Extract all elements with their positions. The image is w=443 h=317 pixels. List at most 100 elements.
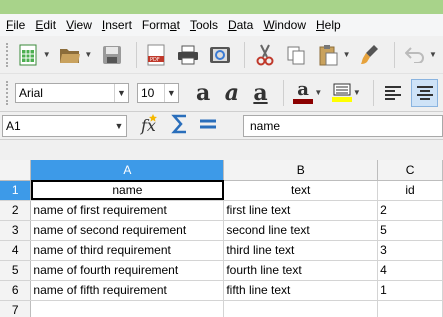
new-dropdown-arrow[interactable]: ▼ <box>43 50 51 59</box>
name-box[interactable]: A1 ▼ <box>2 114 127 137</box>
undo-button[interactable] <box>401 41 428 69</box>
table-row: 6 name of fifth requirement fifth line t… <box>0 280 443 301</box>
cell-c7[interactable] <box>377 300 443 317</box>
font-color-icon: a <box>297 79 309 100</box>
font-color-bar <box>293 99 314 104</box>
cell-c4[interactable]: 3 <box>377 240 443 261</box>
clone-formatting-button[interactable] <box>357 41 384 69</box>
italic-button[interactable]: a <box>219 80 244 106</box>
align-left-button[interactable] <box>380 79 407 107</box>
open-button[interactable] <box>57 41 84 69</box>
toolbar-separator <box>394 41 396 68</box>
save-icon <box>102 45 121 64</box>
window-title-strip <box>0 0 443 14</box>
cell-a2[interactable]: name of first requirement <box>30 200 225 221</box>
column-header-c[interactable]: C <box>377 160 443 181</box>
menu-data[interactable]: Data <box>228 18 253 32</box>
align-center-icon <box>416 85 433 100</box>
font-name-box[interactable]: Arial ▼ <box>14 82 129 103</box>
new-spreadsheet-button[interactable] <box>15 41 42 69</box>
row-header[interactable]: 3 <box>0 220 32 241</box>
highlight-button[interactable] <box>328 79 355 107</box>
open-dropdown-arrow[interactable]: ▼ <box>84 50 92 59</box>
cell-b5[interactable]: fourth line text <box>223 260 379 281</box>
chevron-down-icon[interactable]: ▼ <box>163 83 178 102</box>
menu-insert[interactable]: Insert <box>102 18 132 32</box>
toolbar-separator <box>244 41 246 68</box>
font-name-value[interactable]: Arial <box>16 86 114 100</box>
menu-edit[interactable]: Edit <box>35 18 56 32</box>
undo-dropdown-arrow[interactable]: ▼ <box>429 50 437 59</box>
formula-input[interactable]: name <box>243 114 443 137</box>
print-preview-button[interactable] <box>207 41 234 69</box>
bold-button[interactable]: a <box>191 80 216 106</box>
column-header-b[interactable]: B <box>223 160 379 181</box>
align-center-button[interactable] <box>411 78 438 107</box>
save-button[interactable] <box>98 41 125 69</box>
font-color-dropdown-arrow[interactable]: ▼ <box>314 88 322 97</box>
font-size-box[interactable]: 10 ▼ <box>136 82 179 103</box>
new-spreadsheet-icon <box>19 44 37 65</box>
menu-window[interactable]: Window <box>263 18 306 32</box>
table-row: 1 name text id <box>0 180 443 201</box>
table-row: 5 name of fourth requirement fourth line… <box>0 260 443 281</box>
clipboard-icon <box>319 44 338 65</box>
menu-view[interactable]: View <box>66 18 92 32</box>
cell-b7[interactable] <box>223 300 379 317</box>
open-folder-icon <box>60 48 81 63</box>
toolbar-separator <box>282 79 284 106</box>
print-button[interactable] <box>175 41 202 69</box>
cell-a4[interactable]: name of third requirement <box>30 240 225 261</box>
copy-button[interactable] <box>283 41 310 69</box>
row-header[interactable]: 6 <box>0 280 32 301</box>
formatting-toolbar: Arial ▼ 10 ▼ a a a a ▼ ▼ <box>0 74 443 112</box>
cell-c5[interactable]: 4 <box>377 260 443 281</box>
underline-button[interactable]: a <box>248 80 273 106</box>
highlight-dropdown-arrow[interactable]: ▼ <box>353 88 361 97</box>
row-header[interactable]: 4 <box>0 240 32 261</box>
table-row: 3 name of second requirement second line… <box>0 220 443 241</box>
cut-button[interactable] <box>251 41 278 69</box>
cell-b3[interactable]: second line text <box>223 220 379 241</box>
copy-icon <box>287 46 305 64</box>
cell-c3[interactable]: 5 <box>377 220 443 241</box>
sum-icon[interactable] <box>171 113 189 138</box>
menu-file[interactable]: File <box>6 18 25 32</box>
column-header-a[interactable]: A <box>30 160 225 181</box>
row-header[interactable]: 2 <box>0 200 32 221</box>
menu-format[interactable]: Format <box>142 18 180 32</box>
cell-a7[interactable] <box>30 300 225 317</box>
paste-dropdown-arrow[interactable]: ▼ <box>343 50 351 59</box>
cell-a1[interactable]: name <box>30 180 225 201</box>
cell-c1[interactable]: id <box>377 180 443 201</box>
cell-a3[interactable]: name of second requirement <box>30 220 225 241</box>
paste-button[interactable] <box>315 41 342 69</box>
cell-a6[interactable]: name of fifth requirement <box>30 280 225 301</box>
row-header[interactable]: 5 <box>0 260 32 281</box>
toolbar-grip[interactable] <box>6 80 9 105</box>
cell-c2[interactable]: 2 <box>377 200 443 221</box>
font-size-value[interactable]: 10 <box>138 86 164 100</box>
cell-c6[interactable]: 1 <box>377 280 443 301</box>
cell-b1[interactable]: text <box>223 180 379 201</box>
name-box-value[interactable]: A1 <box>3 119 112 133</box>
scissors-icon <box>256 44 274 65</box>
cell-b4[interactable]: third line text <box>223 240 379 261</box>
menu-help[interactable]: Help <box>316 18 341 32</box>
export-pdf-button[interactable]: PDF <box>143 41 170 69</box>
formula-equals-icon[interactable] <box>199 117 217 134</box>
chevron-down-icon[interactable]: ▼ <box>112 121 126 131</box>
cell-a5[interactable]: name of fourth requirement <box>30 260 225 281</box>
cell-b2[interactable]: first line text <box>223 200 379 221</box>
menu-tools[interactable]: Tools <box>190 18 218 32</box>
formula-bar: A1 ▼ fx name <box>0 112 443 140</box>
select-all-corner[interactable] <box>0 160 32 181</box>
toolbar-grip[interactable] <box>6 42 9 67</box>
cell-b6[interactable]: fifth line text <box>223 280 379 301</box>
row-header[interactable]: 1 <box>0 180 32 201</box>
undo-icon <box>404 46 424 63</box>
function-wizard-icon[interactable]: fx <box>139 113 161 138</box>
row-header[interactable]: 7 <box>0 300 32 317</box>
chevron-down-icon[interactable]: ▼ <box>113 83 128 102</box>
font-color-button[interactable]: a <box>290 79 317 107</box>
